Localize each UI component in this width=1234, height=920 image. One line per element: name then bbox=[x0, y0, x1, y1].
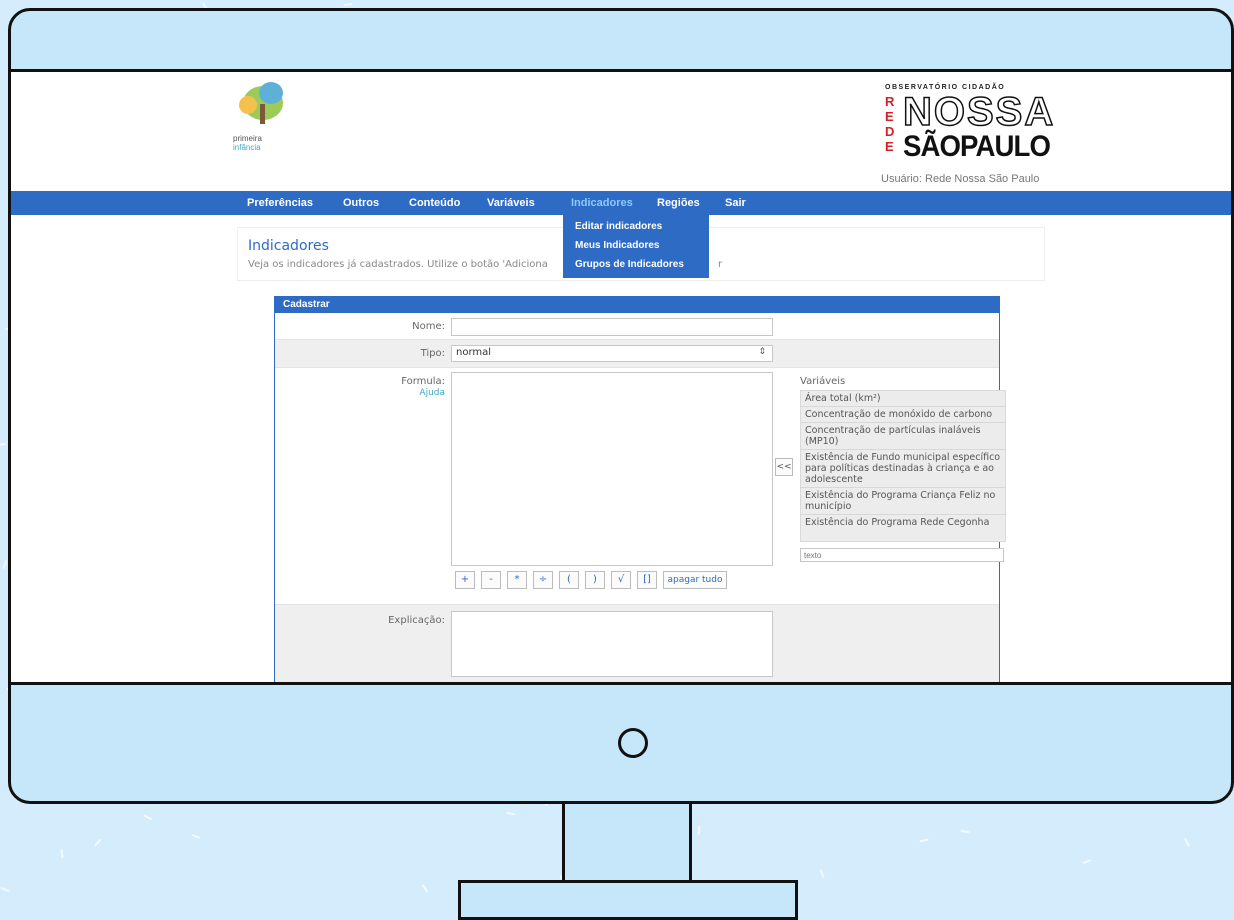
background-sprinkle bbox=[0, 886, 10, 893]
variable-item[interactable]: Concentração de monóxido de carbono bbox=[801, 407, 1005, 423]
background-sprinkle bbox=[343, 2, 353, 7]
background-sprinkle bbox=[60, 848, 64, 859]
background-sprinkle bbox=[1082, 858, 1092, 865]
variaveis-list[interactable]: Área total (km²) Concentração de monóxid… bbox=[800, 390, 1006, 542]
background-sprinkle bbox=[143, 814, 153, 821]
variable-search-input[interactable] bbox=[800, 548, 1004, 562]
nav-preferencias[interactable]: Preferências bbox=[247, 191, 313, 215]
logo-saopaulo-text: SÃOPAULO bbox=[903, 130, 1051, 163]
variable-item[interactable]: Existência do Programa Criança Feliz no … bbox=[801, 488, 1005, 515]
logo-line-2: infância bbox=[233, 143, 261, 152]
op-multiply-button[interactable]: * bbox=[507, 571, 527, 589]
background-sprinkle bbox=[819, 868, 825, 879]
dropdown-grupos-indicadores[interactable]: Grupos de Indicadores bbox=[563, 255, 709, 274]
formula-operator-buttons: + - * ÷ ( ) √ [] apagar tudo bbox=[455, 571, 785, 591]
tipo-select[interactable]: normal ⇕ bbox=[451, 345, 773, 362]
user-label: Usuário: Rede Nossa São Paulo bbox=[881, 173, 1040, 185]
background-sprinkle bbox=[919, 838, 929, 843]
nav-indicadores[interactable]: Indicadores bbox=[563, 191, 641, 215]
background-sprinkle bbox=[0, 442, 6, 447]
rede-nossa-sao-paulo-logo: OBSERVATÓRIO CIDADÃO R E D E NOSSA SÃOPA… bbox=[873, 80, 1073, 190]
apagar-tudo-button[interactable]: apagar tudo bbox=[663, 571, 727, 589]
background-sprinkle bbox=[2, 559, 8, 570]
op-divide-button[interactable]: ÷ bbox=[533, 571, 553, 589]
op-plus-button[interactable]: + bbox=[455, 571, 475, 589]
select-arrows-icon: ⇕ bbox=[758, 347, 766, 357]
panel-title: Cadastrar bbox=[275, 297, 999, 313]
nome-input[interactable] bbox=[451, 318, 773, 336]
formula-help-link[interactable]: Ajuda bbox=[325, 388, 445, 398]
nav-outros[interactable]: Outros bbox=[343, 191, 379, 215]
page-description: Veja os indicadores já cadastrados. Util… bbox=[248, 259, 548, 270]
explicacao-textarea[interactable] bbox=[451, 611, 773, 677]
nav-variaveis[interactable]: Variáveis bbox=[487, 191, 535, 215]
power-button-icon bbox=[618, 728, 648, 758]
nav-sair[interactable]: Sair bbox=[725, 191, 746, 215]
background-sprinkle bbox=[697, 825, 701, 836]
nav-regioes[interactable]: Regiões bbox=[657, 191, 700, 215]
variable-item[interactable]: Existência de Fundo municipal específico… bbox=[801, 450, 1005, 488]
background-sprinkle bbox=[1184, 838, 1190, 847]
tipo-label: Tipo: bbox=[420, 348, 445, 359]
formula-row: Formula: Ajuda + - * ÷ ( ) √ [] apagar t… bbox=[275, 368, 1006, 605]
op-sqrt-button[interactable]: √ bbox=[611, 571, 631, 589]
background-sprinkle bbox=[421, 884, 429, 893]
page-title: Indicadores bbox=[248, 238, 329, 254]
op-minus-button[interactable]: - bbox=[481, 571, 501, 589]
variable-item[interactable]: Concentração de partículas inaláveis (MP… bbox=[801, 423, 1005, 450]
monitor-stand-neck bbox=[562, 804, 692, 882]
op-close-paren-button[interactable]: ) bbox=[585, 571, 605, 589]
screen: primeira infância OBSERVATÓRIO CIDADÃO R… bbox=[11, 69, 1231, 685]
variable-item[interactable]: Área total (km²) bbox=[801, 391, 1005, 407]
logo-nossa-text: NOSSA bbox=[902, 90, 1056, 134]
formula-label: Formula: bbox=[401, 376, 445, 387]
dropdown-meus-indicadores[interactable]: Meus Indicadores bbox=[563, 236, 709, 255]
logo-rede-letters: R E D E bbox=[885, 94, 895, 154]
nome-row: Nome: bbox=[275, 314, 999, 340]
logo-line-1: primeira bbox=[233, 134, 262, 143]
nome-label: Nome: bbox=[412, 321, 445, 332]
background-sprinkle bbox=[506, 811, 516, 816]
explicacao-label: Explicação: bbox=[388, 615, 445, 626]
tipo-selected-value: normal bbox=[456, 347, 492, 358]
indicadores-dropdown: Editar indicadores Meus Indicadores Grup… bbox=[563, 215, 709, 278]
op-brackets-button[interactable]: [] bbox=[637, 571, 657, 589]
monitor-frame: primeira infância OBSERVATÓRIO CIDADÃO R… bbox=[8, 8, 1234, 804]
background-sprinkle bbox=[960, 829, 970, 834]
monitor-stand-base bbox=[458, 880, 798, 920]
page-description-end: r bbox=[718, 259, 723, 270]
cadastrar-panel: Cadastrar Nome: Tipo: normal ⇕ Formula: … bbox=[274, 296, 1006, 682]
background-sprinkle bbox=[191, 833, 201, 840]
primeira-infancia-logo: primeira infância bbox=[233, 82, 293, 172]
background-sprinkle bbox=[94, 838, 102, 847]
nav-conteudo[interactable]: Conteúdo bbox=[409, 191, 460, 215]
main-navbar: Preferências Outros Conteúdo Variáveis I… bbox=[11, 191, 1231, 215]
op-open-paren-button[interactable]: ( bbox=[559, 571, 579, 589]
formula-textarea[interactable] bbox=[451, 372, 773, 566]
tipo-row: Tipo: normal ⇕ bbox=[275, 340, 999, 368]
explicacao-row: Explicação: bbox=[275, 605, 999, 682]
dropdown-editar-indicadores[interactable]: Editar indicadores bbox=[563, 217, 709, 236]
variaveis-label: Variáveis bbox=[800, 376, 846, 387]
variable-item[interactable]: Existência do Programa Rede Cegonha bbox=[801, 515, 1005, 530]
insert-variable-button[interactable]: << bbox=[775, 458, 793, 476]
